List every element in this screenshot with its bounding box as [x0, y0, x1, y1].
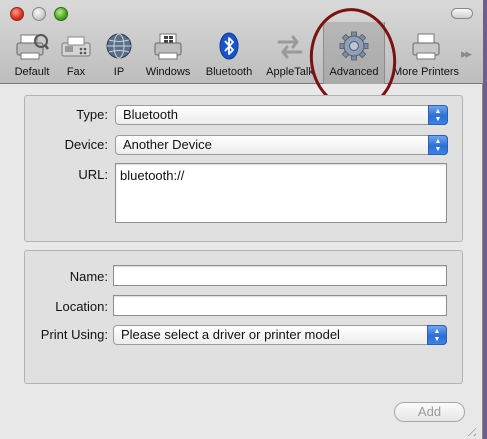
ip-globe-icon	[102, 30, 136, 64]
location-field[interactable]	[113, 295, 447, 316]
type-label: Type:	[76, 107, 108, 122]
zoom-window-button[interactable]	[54, 7, 68, 21]
print-using-value: Please select a driver or printer model	[121, 327, 340, 342]
toolbar-item-fax[interactable]: Fax	[61, 30, 91, 80]
toolbar-toggle-button[interactable]	[451, 8, 473, 19]
toolbar-item-label: Bluetooth	[205, 66, 253, 78]
popup-arrows-icon: ▲ ▼	[428, 135, 448, 155]
popup-arrows-icon: ▲ ▼	[427, 325, 447, 345]
toolbar-item-windows[interactable]: Windows	[143, 30, 193, 80]
device-popup[interactable]: Another Device ▲ ▼	[115, 135, 448, 155]
toolbar-item-label: Windows	[145, 66, 191, 78]
resize-grip[interactable]	[464, 424, 476, 436]
appletalk-arrows-icon	[273, 30, 307, 64]
print-using-popup[interactable]: Please select a driver or printer model …	[113, 325, 447, 345]
name-field[interactable]	[113, 265, 447, 286]
printer-icon	[409, 30, 443, 64]
location-label: Location:	[55, 299, 108, 314]
close-window-button[interactable]	[10, 7, 24, 21]
add-printer-window: Default Fax IP Windows Bluetooth AppleTa…	[0, 0, 483, 439]
bluetooth-icon	[212, 30, 246, 64]
minimize-window-button[interactable]	[32, 7, 46, 21]
fax-icon	[59, 30, 93, 64]
name-label: Name:	[69, 269, 108, 284]
toolbar-item-label: Default	[14, 66, 50, 78]
default-printer-icon	[15, 30, 49, 64]
toolbar-item-label: Fax	[66, 66, 86, 78]
print-using-label: Print Using:	[40, 327, 108, 342]
toolbar-item-label: AppleTalk	[266, 66, 314, 78]
device-label: Device:	[64, 137, 108, 152]
toolbar-item-ip[interactable]: IP	[101, 30, 137, 80]
toolbar-item-default[interactable]: Default	[11, 30, 53, 80]
toolbar-item-bluetooth[interactable]: Bluetooth	[202, 30, 256, 80]
url-field[interactable]: bluetooth://	[115, 163, 447, 223]
type-popup[interactable]: Bluetooth ▲ ▼	[115, 105, 448, 125]
type-value: Bluetooth	[123, 107, 178, 122]
toolbar: Default Fax IP Windows Bluetooth AppleTa…	[0, 0, 483, 116]
windows-printer-icon	[151, 30, 185, 64]
url-label: URL:	[78, 167, 108, 182]
popup-arrows-icon: ▲ ▼	[428, 105, 448, 125]
toolbar-item-label: IP	[113, 66, 125, 78]
toolbar-item-label: More Printers	[392, 66, 460, 78]
add-button[interactable]: Add	[394, 402, 465, 422]
chevron-double-right-icon[interactable]: ▸▸	[461, 46, 472, 62]
toolbar-item-more-printers[interactable]: More Printers	[389, 30, 463, 80]
device-value: Another Device	[123, 137, 212, 152]
